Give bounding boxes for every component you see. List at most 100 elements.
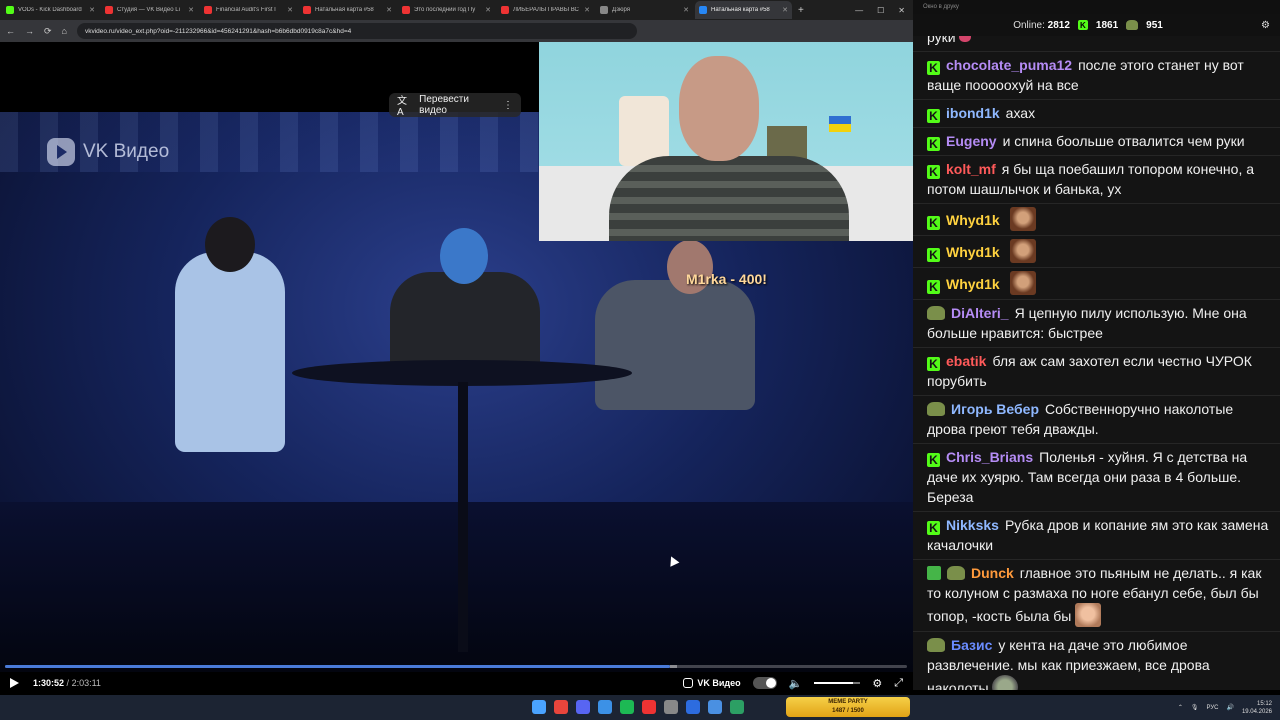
windows-taskbar: MEME PARTY 1487 / 1500 ⌃ 🎙 РУС 🔊 15:12 1… [0,695,1280,720]
volume-slider[interactable] [814,682,861,684]
app-icon[interactable] [730,700,744,714]
translate-icon: 文A [397,96,407,118]
translate-video-button[interactable]: 文A Перевести видео ⋮ [389,93,521,118]
pepe-icon [1126,20,1139,30]
chat-username[interactable]: Базис [951,637,992,653]
browser-tab[interactable]: Натальная карта #58 ✕ [299,1,396,19]
kick-badge-icon: K [927,216,940,230]
chrome-icon[interactable] [554,700,568,714]
autoplay-toggle[interactable] [752,677,777,689]
start-icon[interactable] [532,700,546,714]
forward-icon[interactable]: → [25,26,34,36]
volume-icon[interactable]: 🔈 [789,677,803,690]
tab-close-icon[interactable]: ✕ [188,6,194,14]
settings-gear-icon[interactable]: ⚙ [872,677,882,690]
chat-settings-gear-icon[interactable]: ⚙ [1261,20,1280,31]
back-icon[interactable]: ← [6,26,15,36]
chat-username[interactable]: chocolate_puma12 [946,57,1072,73]
steam-icon[interactable] [598,700,612,714]
chat-username[interactable]: Whyd1k [946,212,1000,228]
seek-bar[interactable] [5,665,907,668]
table-leg [458,382,468,652]
kick-badge-icon: K [927,521,940,535]
tab-label: Натальная карта #58 [711,7,770,13]
tab-close-icon[interactable]: ✕ [287,6,293,14]
chat-username[interactable]: ibond1k [946,105,1000,121]
reload-icon[interactable]: ⟳ [44,26,52,37]
speaker-icon[interactable]: 🔊 [1226,704,1233,711]
tab-favicon-icon [600,6,608,14]
tab-favicon-icon [204,6,212,14]
chat-message: Kebatik бля аж сам захотел если честно ЧУ… [913,348,1280,396]
fullscreen-icon[interactable]: ⤢ [894,677,903,690]
chat-username[interactable]: kolt_mf [946,161,996,177]
browser-tab[interactable]: Натальная карта #58 ✕ [695,1,792,19]
minimize-icon[interactable]: — [855,6,863,15]
app-icon[interactable] [664,700,678,714]
language-indicator[interactable]: РУС [1206,705,1218,711]
new-tab-icon[interactable]: + [792,5,810,16]
clock[interactable]: 15:12 19.04.2026 [1242,700,1272,716]
video-player[interactable]: VK Видео 文A Перевести видео ⋮ M1rka - 40… [0,42,913,695]
url-field[interactable]: vkvideo.ru/video_ext.php?oid=-211232966&… [76,23,637,39]
tab-close-icon[interactable]: ✕ [386,6,392,14]
browser-tab[interactable]: VODs - Kick Dashboard ✕ [2,1,99,19]
window-controls: — ☐ ✕ [855,6,913,15]
meme-party-widget[interactable]: MEME PARTY 1487 / 1500 [786,697,910,717]
kick-badge-icon: K [927,61,940,75]
chat-message: K Nikksks Рубка дров и копание ям это как … [913,512,1280,560]
telegram-icon[interactable] [708,700,722,714]
media-player-icon[interactable] [686,700,700,714]
clock-date: 19.04.2026 [1241,708,1272,715]
chat-username[interactable]: Dunck [971,565,1014,581]
tab-favicon-icon [699,6,707,14]
vk-play-logo-icon [47,138,75,166]
chat-username[interactable]: Chris_Brians [946,449,1033,465]
player-controls: 1:30:52 / 2:03:11 VK Видео 🔈 ⚙ ⤢ [0,672,913,694]
play-icon[interactable] [10,678,19,688]
discord-icon[interactable] [576,700,590,714]
more-options-icon[interactable]: ⋮ [503,100,513,111]
browser-tab[interactable]: ЛИБЕРАЛЫ ПРАВЫ ВС ✕ [497,1,594,19]
tab-close-icon[interactable]: ✕ [782,6,788,14]
browser-tab[interactable]: Студия — VK Видео Li ✕ [101,1,198,19]
close-window-icon[interactable]: ✕ [898,6,905,15]
meme-party-title: MEME PARTY [828,699,868,705]
chat-username[interactable]: DiAlteri_ [951,305,1009,321]
obs-icon[interactable] [642,700,656,714]
other-viewers: 951 [1146,19,1163,31]
tab-close-icon[interactable]: ✕ [485,6,491,14]
tab-label: ЛИБЕРАЛЫ ПРАВЫ ВС [513,7,579,13]
chat-username[interactable]: ebatik [946,353,986,369]
chat-username[interactable]: Whyd1k [946,276,1000,292]
system-tray: ⌃ 🎙 РУС 🔊 15:12 19.04.2026 [1178,695,1280,720]
spotify-icon[interactable] [620,700,634,714]
tab-label: Студия — VK Видео Li [117,7,180,13]
browser-tab[interactable]: Это последний год Пу ✕ [398,1,495,19]
tab-favicon-icon [402,6,410,14]
tab-close-icon[interactable]: ✕ [683,6,689,14]
guest-man [595,280,755,410]
home-icon[interactable]: ⌂ [62,26,67,36]
chat-text: и спина боольше отвалится чем руки [1002,133,1245,149]
tab-close-icon[interactable]: ✕ [584,6,590,14]
pepe-badge-icon [927,638,945,652]
taskbar-apps [532,700,744,714]
chat-message: Dunck главное это пьяным не делать.. я ка… [913,560,1280,632]
monkey-emote-icon [1009,207,1036,231]
tray-chevron-icon[interactable]: ⌃ [1178,704,1183,711]
chat-username[interactable]: Eugeny [946,133,997,149]
microphone-icon[interactable]: 🎙 [1191,704,1199,711]
tab-label: Financial Audit's First I [216,7,276,13]
browser-tab[interactable]: Дзюря ✕ [596,1,693,19]
chat-username[interactable]: Игорь Вебер [951,401,1039,417]
browser-tab[interactable]: Financial Audit's First I ✕ [200,1,297,19]
maximize-icon[interactable]: ☐ [877,6,884,15]
tab-close-icon[interactable]: ✕ [89,6,95,14]
vk-video-brand-button[interactable]: VK Видео [683,678,741,688]
chat-username[interactable]: Nikksks [946,517,999,533]
pen-badge-icon [927,566,941,580]
buffered-bar [670,665,677,668]
chat-messages[interactable]: руки Kchocolate_puma12 после этого станет… [913,36,1280,690]
chat-username[interactable]: Whyd1k [946,244,1000,260]
